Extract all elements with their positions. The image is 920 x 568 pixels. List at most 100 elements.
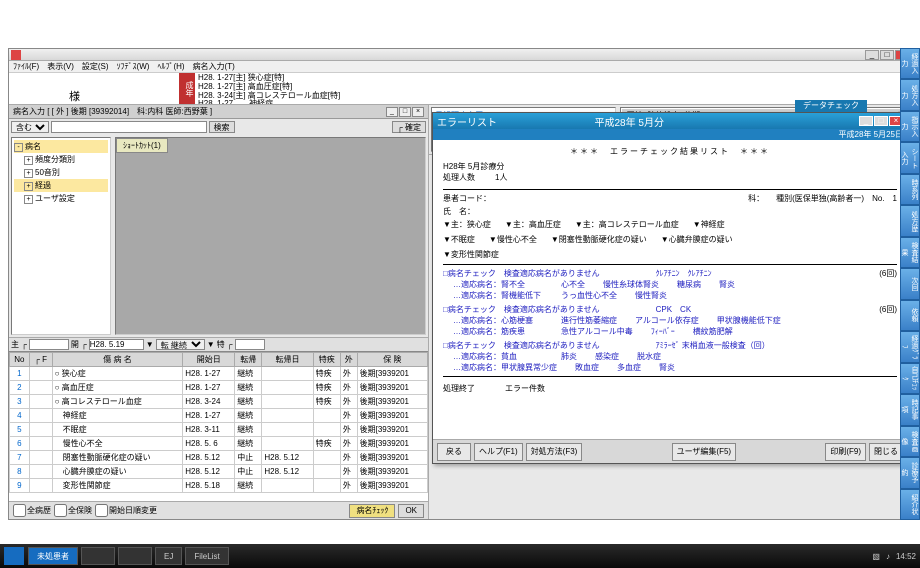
err-useredit-button[interactable]: ユーザ編集(F5) xyxy=(672,443,737,461)
table-cell: H28. 1-27 xyxy=(183,409,235,423)
table-row[interactable]: 3○ 高コレステロール血症H28. 3-24継続特疾外後期[3939201 xyxy=(10,395,428,409)
subwin-max[interactable]: □ xyxy=(399,107,411,117)
dock-button[interactable]: 紹介状 xyxy=(900,489,920,520)
dock-button[interactable]: 処方入力 xyxy=(900,79,920,110)
table-row[interactable]: 1○ 狭心症H28. 1-27継続特疾外後期[3939201 xyxy=(10,367,428,381)
tree-node[interactable]: -病名 xyxy=(14,140,108,153)
table-cell xyxy=(313,465,340,479)
err-method-button[interactable]: 対処方法(F3) xyxy=(526,443,583,461)
tray-icon[interactable]: ▧ xyxy=(872,552,880,561)
filter-main-input[interactable] xyxy=(29,339,69,350)
err-back-button[interactable]: 戻る xyxy=(437,443,471,461)
table-header[interactable]: 転帰 xyxy=(235,353,262,367)
menu-item[interactable]: 設定(S) xyxy=(82,61,109,72)
dock-button[interactable]: 時系列 xyxy=(900,174,920,205)
titlebar: _ □ × xyxy=(9,49,911,61)
ok-button[interactable]: OK xyxy=(398,504,424,518)
subwin-min[interactable]: _ xyxy=(386,107,398,117)
table-cell: 特疾 xyxy=(313,381,340,395)
dock-button[interactable]: 次回 xyxy=(900,268,920,299)
minimize-button[interactable]: _ xyxy=(865,50,879,60)
category-tree[interactable]: -病名+頻度分類別+50音別+経過+ユーザ設定 xyxy=(11,137,111,335)
menu-item[interactable]: 表示(V) xyxy=(47,61,74,72)
menu-item[interactable]: ﾌｧｲﾙ(F) xyxy=(13,61,39,72)
menu-item[interactable]: ﾍﾙﾌﾟ(H) xyxy=(157,61,184,72)
table-header[interactable]: ┌ F xyxy=(29,353,52,367)
dock-button[interactable]: 経過入力 xyxy=(900,48,920,79)
table-row[interactable]: 9 変形性関節症H28. 5.18継続外後期[3939201 xyxy=(10,479,428,493)
dock-button[interactable]: シート入力 xyxy=(900,142,920,173)
table-header[interactable]: 外 xyxy=(340,353,357,367)
tray-icon[interactable]: ♪ xyxy=(886,552,890,561)
err-minimize[interactable]: _ xyxy=(859,116,873,126)
table-cell: H28. 1-27 xyxy=(183,367,235,381)
taskbar-task[interactable]: EJ xyxy=(155,547,182,565)
table-row[interactable]: 4 神経症H28. 1-27継続外後期[3939201 xyxy=(10,409,428,423)
table-cell: 後期[3939201 xyxy=(357,465,427,479)
err-maximize[interactable]: □ xyxy=(874,116,888,126)
dock-button[interactable]: 自己ﾁｪｯｸ xyxy=(900,363,920,394)
start-date-order-check[interactable]: 開始日順変更 xyxy=(95,504,157,517)
table-header[interactable]: 特疾 xyxy=(313,353,340,367)
all-history-check[interactable]: 全病歴 xyxy=(13,504,51,517)
taskbar-task[interactable]: 未処患者 xyxy=(28,547,78,565)
dock-button[interactable]: 検査画像 xyxy=(900,426,920,457)
menu-item[interactable]: ｿﾌﾃﾞｽ(W) xyxy=(117,61,150,72)
dock-button[interactable]: 指示入力 xyxy=(900,111,920,142)
table-header[interactable]: No xyxy=(10,353,30,367)
dock-button[interactable]: 依頼 xyxy=(900,300,920,331)
table-cell: 慢性心不全 xyxy=(52,437,183,451)
confirm-button[interactable]: ┌ 確定 xyxy=(392,121,426,133)
error-info-right: 科： 種別(医保単独(高齢者一) No. 1 xyxy=(748,193,897,204)
dock-button[interactable]: 処方歴 xyxy=(900,205,920,236)
filter-start-label: 開 ┌ xyxy=(71,339,87,350)
dock-button[interactable]: 検査結果 xyxy=(900,237,920,268)
clock: 14:52 xyxy=(896,552,916,561)
table-header[interactable]: 保 険 xyxy=(357,353,427,367)
dock-button[interactable]: 診療予約 xyxy=(900,457,920,488)
table-header[interactable]: 転帰日 xyxy=(262,353,313,367)
err-print-button[interactable]: 印刷(F9) xyxy=(825,443,866,461)
table-cell: ○ 高血圧症 xyxy=(52,381,183,395)
tree-node[interactable]: +ユーザ設定 xyxy=(14,192,108,205)
table-header[interactable]: 傷 病 名 xyxy=(52,353,183,367)
taskbar-task[interactable] xyxy=(81,547,115,565)
err-close-button[interactable]: 閉じる xyxy=(869,443,903,461)
dock-button[interactable]: 経過ｸﾞﾗﾌ xyxy=(900,331,920,362)
filter-start-date[interactable] xyxy=(89,339,144,350)
tree-node[interactable]: +50音別 xyxy=(14,166,108,179)
tree-node[interactable]: +頻度分類別 xyxy=(14,153,108,166)
name-check-button[interactable]: 病名ﾁｪｯｸ xyxy=(349,504,395,518)
table-row[interactable]: 5 不眠症H28. 3-11継続外後期[3939201 xyxy=(10,423,428,437)
search-button[interactable]: 検索 xyxy=(209,121,235,133)
tree-node[interactable]: +経過 xyxy=(14,179,108,192)
error-title-period: 平成28年 5月分 xyxy=(595,114,664,129)
table-cell: 9 xyxy=(10,479,30,493)
search-input[interactable] xyxy=(51,121,207,133)
maximize-button[interactable]: □ xyxy=(880,50,894,60)
table-header[interactable]: 開始日 xyxy=(183,353,235,367)
filter-cont-select[interactable]: 転 継続 xyxy=(156,339,205,350)
table-row[interactable]: 7 閉塞性動脈硬化症の疑いH28. 5.12中止H28. 5.12外後期[393… xyxy=(10,451,428,465)
err-help-button[interactable]: ヘルプ(F1) xyxy=(474,443,523,461)
patient-suffix: 様 xyxy=(69,91,80,103)
subwin-close[interactable]: × xyxy=(412,107,424,117)
table-row[interactable]: 2○ 高血圧症H28. 1-27継続特疾外後期[3939201 xyxy=(10,381,428,395)
table-cell xyxy=(262,437,313,451)
filter-spec-input[interactable] xyxy=(235,339,265,350)
table-cell: 閉塞性動脈硬化症の疑い xyxy=(52,451,183,465)
dock-button[interactable]: 時記事項 xyxy=(900,394,920,425)
diagnosis-table[interactable]: No┌ F傷 病 名開始日転帰転帰日特疾外保 険1○ 狭心症H28. 1-27継… xyxy=(9,352,428,493)
start-button[interactable] xyxy=(4,547,24,565)
include-select[interactable]: 含む xyxy=(11,121,49,133)
table-row[interactable]: 8 心臓弁膜症の疑いH28. 5.12中止H28. 5.12外後期[393920… xyxy=(10,465,428,479)
taskbar-task[interactable]: FileList xyxy=(185,547,228,565)
table-cell: H28. 5.12 xyxy=(183,465,235,479)
menu-item[interactable]: 病名入力(T) xyxy=(193,61,235,72)
all-insurance-check[interactable]: 全保険 xyxy=(54,504,92,517)
data-check-tag: データチェック xyxy=(795,100,867,112)
table-cell: ○ 狭心症 xyxy=(52,367,183,381)
taskbar-task[interactable] xyxy=(118,547,152,565)
table-row[interactable]: 6 慢性心不全H28. 5. 6継続特疾外後期[3939201 xyxy=(10,437,428,451)
shortcut-tab[interactable]: ｼｮｰﾄｶｯﾄ(1) xyxy=(116,138,168,153)
